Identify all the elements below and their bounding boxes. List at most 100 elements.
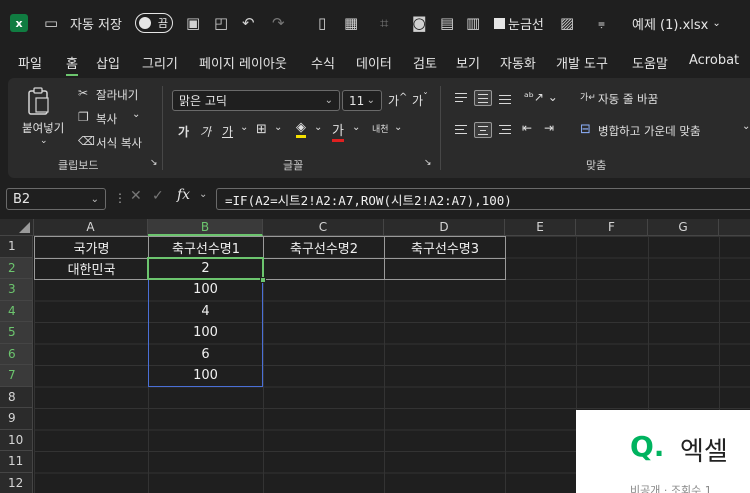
column-header-d[interactable]: D	[384, 219, 505, 236]
format-painter-button[interactable]: 서식 복사	[96, 135, 142, 151]
row-header-9[interactable]: 9	[0, 408, 33, 430]
cell-c2[interactable]	[263, 257, 385, 280]
formula-input[interactable]: =IF(A2=시트2!A2:A7,ROW(시트2!A2:A7),100)	[216, 188, 750, 210]
column-header-a[interactable]: A	[34, 219, 148, 236]
tab-review[interactable]: 검토	[413, 53, 437, 72]
font-color-icon[interactable]: 가	[332, 120, 344, 142]
tab-view[interactable]: 보기	[456, 53, 480, 72]
freeze-icon[interactable]: ⌗	[380, 12, 388, 34]
tab-home[interactable]: 홈	[66, 53, 78, 76]
fill-handle[interactable]	[260, 276, 266, 283]
paste-label[interactable]: 붙여넣기	[22, 120, 64, 136]
filename[interactable]: 예제 (1).xlsx ⌄	[632, 12, 721, 34]
bold-icon[interactable]: 가	[178, 123, 189, 140]
font-launcher-icon[interactable]: ↘	[424, 158, 432, 168]
column-header-c[interactable]: C	[263, 219, 384, 236]
paste-dropdown-icon[interactable]: ⌄	[40, 136, 48, 146]
row-header-3[interactable]: 3	[0, 279, 33, 301]
enter-icon[interactable]: ✓	[152, 188, 164, 204]
phonetic-icon[interactable]: 내천	[372, 122, 389, 135]
new-file-icon[interactable]: ▯	[318, 12, 326, 34]
tab-help[interactable]: 도움말	[632, 53, 668, 72]
cell-d1[interactable]: 축구선수명3	[384, 236, 506, 259]
print-preview-icon[interactable]: ▤	[440, 12, 454, 34]
select-all-corner[interactable]	[0, 219, 34, 236]
increase-indent-icon[interactable]: ⇥	[544, 121, 554, 135]
cell-d2[interactable]	[384, 257, 506, 280]
row-header-4[interactable]: 4	[0, 300, 33, 322]
tab-formulas[interactable]: 수식	[311, 53, 335, 72]
row-header-12[interactable]: 12	[0, 472, 33, 493]
decrease-indent-icon[interactable]: ⇤	[522, 121, 532, 135]
print-icon[interactable]: ▥	[466, 12, 480, 34]
fill-color-icon[interactable]: ◈	[296, 120, 306, 138]
align-top-icon[interactable]	[452, 90, 470, 106]
undo-icon[interactable]: ↶	[242, 12, 255, 34]
clipboard-launcher-icon[interactable]: ↘	[150, 158, 158, 168]
fill-color-dropdown-icon[interactable]: ⌄	[314, 122, 322, 133]
font-name-select[interactable]: 맑은 고딕 ⌄	[172, 90, 340, 111]
orientation-icon[interactable]: ᵃᵇ↗ ⌄	[524, 90, 558, 104]
align-middle-icon[interactable]	[474, 90, 492, 106]
tab-draw[interactable]: 그리기	[142, 53, 178, 72]
column-header-b[interactable]: B	[148, 219, 263, 236]
camera-icon[interactable]: ◙	[412, 12, 427, 34]
column-header-more[interactable]	[719, 219, 750, 236]
underline-dropdown-icon[interactable]: ⌄	[240, 122, 248, 133]
align-right-icon[interactable]	[496, 122, 514, 138]
chart-icon[interactable]: ▨	[560, 12, 574, 34]
tab-data[interactable]: 데이터	[356, 53, 392, 72]
borders-icon[interactable]: ⊞	[256, 122, 267, 137]
cell-a2[interactable]: 대한민국	[34, 257, 149, 280]
merge-center-button[interactable]: 병합하고 가운데 맞춤	[598, 123, 701, 139]
autosave-toggle[interactable]: 끔	[130, 12, 173, 34]
fx-dropdown-icon[interactable]: ⌄	[199, 189, 207, 200]
decrease-font-icon[interactable]: 가ˇ	[412, 92, 428, 109]
tab-file[interactable]: 파일	[18, 53, 42, 72]
row-header-1[interactable]: 1	[0, 236, 33, 258]
cell-a1[interactable]: 국가명	[34, 236, 149, 259]
tab-developer[interactable]: 개발 도구	[556, 53, 608, 72]
row-header-7[interactable]: 7	[0, 365, 33, 387]
tab-insert[interactable]: 삽입	[96, 53, 120, 72]
cancel-icon[interactable]: ✕	[130, 188, 142, 204]
copy-dropdown-icon[interactable]: ⌄	[132, 109, 140, 120]
underline-icon[interactable]: 가	[222, 123, 233, 140]
folder-icon[interactable]: ▭	[44, 12, 58, 34]
borders-dropdown-icon[interactable]: ⌄	[274, 122, 282, 133]
customize-icon[interactable]: ⩦	[598, 12, 605, 34]
save-as-icon[interactable]: ◰	[214, 12, 228, 34]
cell-b1[interactable]: 축구선수명1	[148, 236, 264, 259]
row-header-5[interactable]: 5	[0, 322, 33, 344]
wrap-text-button[interactable]: 자동 줄 바꿈	[598, 91, 658, 107]
increase-font-icon[interactable]: 가^	[388, 92, 407, 109]
merge-dropdown-icon[interactable]: ⌄	[742, 121, 750, 132]
tab-acrobat[interactable]: Acrobat	[689, 53, 739, 68]
tab-automate[interactable]: 자동화	[500, 53, 536, 72]
save-icon[interactable]: ▣	[186, 12, 200, 34]
align-bottom-icon[interactable]	[496, 90, 514, 106]
name-box[interactable]: B2 ⌄	[6, 188, 106, 210]
column-header-g[interactable]: G	[648, 219, 719, 236]
table-icon[interactable]: ▦	[344, 12, 358, 34]
align-left-icon[interactable]	[452, 122, 470, 138]
paste-button[interactable]	[26, 86, 50, 116]
font-size-select[interactable]: 11 ⌄	[342, 90, 382, 111]
row-header-8[interactable]: 8	[0, 386, 33, 408]
column-header-f[interactable]: F	[576, 219, 648, 236]
gridlines-checkbox[interactable]: 눈금선	[494, 12, 544, 34]
row-header-11[interactable]: 11	[0, 451, 33, 473]
align-center-icon[interactable]	[474, 122, 492, 138]
tab-page-layout[interactable]: 페이지 레이아웃	[199, 53, 287, 72]
font-color-dropdown-icon[interactable]: ⌄	[352, 122, 360, 133]
redo-icon[interactable]: ↷	[272, 12, 285, 34]
insert-function-icon[interactable]: fx	[177, 187, 190, 203]
row-header-6[interactable]: 6	[0, 343, 33, 365]
cut-button[interactable]: 잘라내기	[96, 87, 138, 103]
row-header-10[interactable]: 10	[0, 429, 33, 451]
phonetic-dropdown-icon[interactable]: ⌄	[394, 122, 402, 133]
column-header-e[interactable]: E	[505, 219, 576, 236]
row-header-2[interactable]: 2	[0, 257, 33, 279]
copy-button[interactable]: 복사	[96, 111, 117, 127]
cell-c1[interactable]: 축구선수명2	[263, 236, 385, 259]
